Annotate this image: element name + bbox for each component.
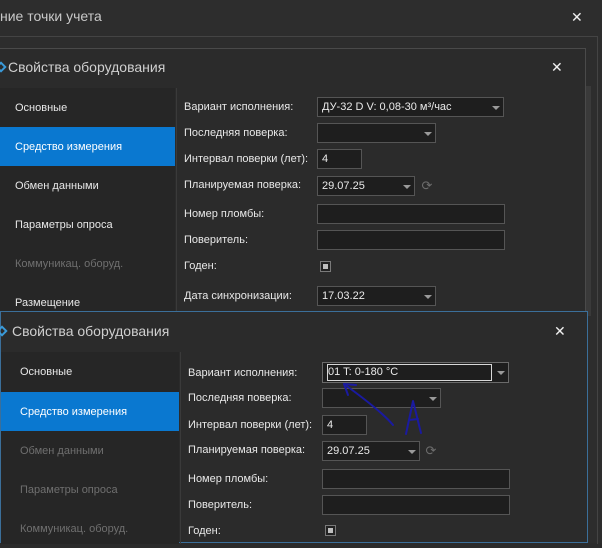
handwritten-annotation (343, 383, 422, 435)
